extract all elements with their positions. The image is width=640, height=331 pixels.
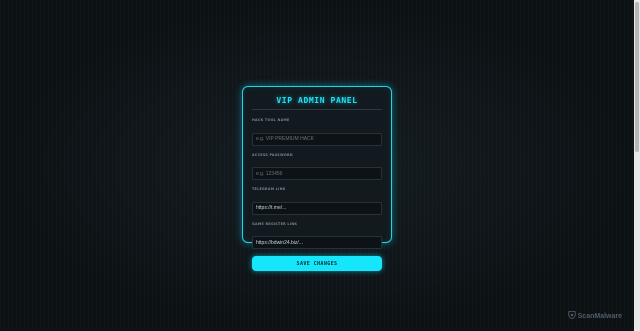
panel-title: VIP ADMIN PANEL (276, 96, 358, 105)
hack-tool-name-label: HACK TOOL NAME (252, 118, 290, 122)
hack-tool-name-input[interactable] (252, 132, 382, 146)
scanmalware-logo-icon (567, 310, 576, 321)
access-password-label: ACCESS PASSWORD (252, 152, 293, 157)
title-divider (252, 109, 382, 110)
vertical-scrollbar[interactable] (634, 0, 640, 331)
admin-settings-form: HACK TOOL NAME ACCESS PASSWORD TELEGRAM … (252, 118, 382, 271)
scrollbar-thumb[interactable] (635, 2, 639, 152)
telegram-link-input[interactable] (252, 201, 382, 215)
telegram-link-label: TELEGRAM LINK (252, 187, 286, 191)
game-register-link-input[interactable] (252, 236, 382, 249)
save-changes-button[interactable]: SAVE CHANGES (252, 256, 382, 271)
game-register-link-label: GAME REGISTER LINK (252, 221, 298, 226)
scanmalware-watermark: ScanMalware (567, 310, 622, 321)
access-password-field: ACCESS PASSWORD (252, 152, 382, 180)
admin-panel-card: VIP ADMIN PANEL HACK TOOL NAME ACCESS PA… (242, 86, 392, 271)
game-register-link-field: GAME REGISTER LINK (252, 221, 382, 249)
page-viewport: VIP ADMIN PANEL HACK TOOL NAME ACCESS PA… (0, 0, 634, 331)
access-password-input[interactable] (252, 167, 382, 180)
hack-tool-name-field: HACK TOOL NAME (252, 118, 382, 146)
watermark-text: ScanMalware (577, 312, 622, 320)
telegram-link-field: TELEGRAM LINK (252, 187, 382, 215)
